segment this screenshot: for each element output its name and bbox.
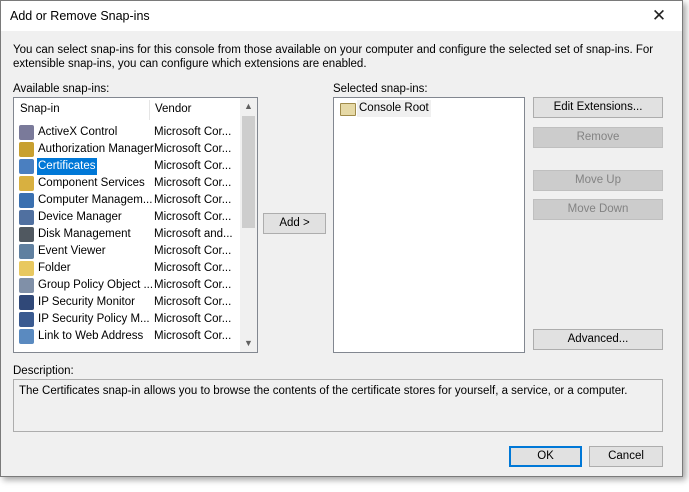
- available-snapins-list[interactable]: Snap-in Vendor ActiveX Control Microsoft …: [13, 97, 258, 353]
- snapin-vendor: Microsoft and...: [154, 228, 233, 240]
- description-box: The Certificates snap-in allows you to b…: [13, 379, 663, 432]
- table-row[interactable]: Computer Managem... Microsoft Cor...: [14, 192, 240, 209]
- table-row[interactable]: Folder Microsoft Cor...: [14, 260, 240, 277]
- table-row[interactable]: Event Viewer Microsoft Cor...: [14, 243, 240, 260]
- table-row[interactable]: Group Policy Object ... Microsoft Cor...: [14, 277, 240, 294]
- table-row[interactable]: Disk Management Microsoft and...: [14, 226, 240, 243]
- folder-icon: [19, 261, 34, 276]
- intro-text: You can select snap-ins for this console…: [13, 44, 654, 70]
- snapin-vendor: Microsoft Cor...: [154, 126, 232, 138]
- title-bar: Add or Remove Snap-ins ✕: [1, 1, 682, 31]
- snapin-name: Event Viewer: [38, 245, 106, 257]
- remove-button[interactable]: Remove: [533, 127, 663, 148]
- description-label: Description:: [13, 365, 74, 377]
- snapin-vendor: Microsoft Cor...: [154, 313, 232, 325]
- table-row[interactable]: Component Services Microsoft Cor...: [14, 175, 240, 192]
- advanced-button[interactable]: Advanced...: [533, 329, 663, 350]
- selected-snapins-list[interactable]: Console Root: [333, 97, 525, 353]
- snapin-name: Computer Managem...: [38, 194, 153, 206]
- authorization-icon: [19, 142, 34, 157]
- snapin-name: Group Policy Object ...: [38, 279, 154, 291]
- add-remove-snapins-dialog: Add or Remove Snap-ins ✕ You can select …: [0, 0, 683, 477]
- available-snapins-label: Available snap-ins:: [13, 83, 110, 95]
- snapin-vendor: Microsoft Cor...: [154, 194, 232, 206]
- device-icon: [19, 210, 34, 225]
- table-row[interactable]: ActiveX Control Microsoft Cor...: [14, 124, 240, 141]
- move-up-button[interactable]: Move Up: [533, 170, 663, 191]
- move-down-button[interactable]: Move Down: [533, 199, 663, 220]
- snapin-vendor: Microsoft Cor...: [154, 330, 232, 342]
- snapin-vendor: Microsoft Cor...: [154, 160, 232, 172]
- snapin-vendor: Microsoft Cor...: [154, 177, 232, 189]
- activex-icon: [19, 125, 34, 140]
- close-icon[interactable]: ✕: [636, 1, 682, 31]
- computer-icon: [19, 193, 34, 208]
- scroll-down-arrow-icon[interactable]: ▼: [240, 335, 257, 352]
- certificate-icon: [19, 159, 34, 174]
- snapin-name: Component Services: [38, 177, 145, 189]
- ip-policy-icon: [19, 312, 34, 327]
- snapin-name: IP Security Monitor: [38, 296, 135, 308]
- description-text: The Certificates snap-in allows you to b…: [19, 385, 628, 397]
- snapin-vendor: Microsoft Cor...: [154, 279, 232, 291]
- snapin-name: Certificates: [37, 158, 97, 175]
- scroll-thumb[interactable]: [242, 116, 255, 228]
- snapin-name: Authorization Manager: [38, 143, 154, 155]
- disk-icon: [19, 227, 34, 242]
- ip-security-icon: [19, 295, 34, 310]
- column-header-snapin[interactable]: Snap-in: [14, 98, 149, 121]
- scroll-up-arrow-icon[interactable]: ▲: [240, 98, 257, 115]
- snapin-vendor: Microsoft Cor...: [154, 211, 232, 223]
- snapin-vendor: Microsoft Cor...: [154, 262, 232, 274]
- table-row[interactable]: IP Security Monitor Microsoft Cor...: [14, 294, 240, 311]
- list-item[interactable]: Console Root: [334, 100, 524, 117]
- folder-icon: [340, 103, 356, 116]
- add-button[interactable]: Add >: [263, 213, 326, 234]
- table-row[interactable]: Link to Web Address Microsoft Cor...: [14, 328, 240, 345]
- snapin-name: Device Manager: [38, 211, 122, 223]
- table-row[interactable]: Authorization Manager Microsoft Cor...: [14, 141, 240, 158]
- vertical-scrollbar[interactable]: ▲ ▼: [240, 98, 257, 352]
- snapin-name: IP Security Policy M...: [38, 313, 150, 325]
- event-viewer-icon: [19, 244, 34, 259]
- table-row[interactable]: IP Security Policy M... Microsoft Cor...: [14, 311, 240, 328]
- snapin-name: Folder: [38, 262, 71, 274]
- snapin-name: Link to Web Address: [38, 330, 144, 342]
- column-header-vendor[interactable]: Vendor: [149, 98, 239, 121]
- table-row[interactable]: Device Manager Microsoft Cor...: [14, 209, 240, 226]
- snapin-vendor: Microsoft Cor...: [154, 296, 232, 308]
- snapin-vendor: Microsoft Cor...: [154, 143, 232, 155]
- component-icon: [19, 176, 34, 191]
- ok-button[interactable]: OK: [509, 446, 582, 467]
- web-link-icon: [19, 329, 34, 344]
- snapin-name: ActiveX Control: [38, 126, 118, 138]
- window-title: Add or Remove Snap-ins: [10, 9, 150, 23]
- console-root-label: Console Root: [357, 100, 431, 117]
- cancel-button[interactable]: Cancel: [589, 446, 663, 467]
- edit-extensions-button[interactable]: Edit Extensions...: [533, 97, 663, 118]
- selected-snapins-label: Selected snap-ins:: [333, 83, 428, 95]
- table-row[interactable]: Certificates Microsoft Cor...: [14, 158, 240, 175]
- snapin-vendor: Microsoft Cor...: [154, 245, 232, 257]
- policy-icon: [19, 278, 34, 293]
- snapin-name: Disk Management: [38, 228, 131, 240]
